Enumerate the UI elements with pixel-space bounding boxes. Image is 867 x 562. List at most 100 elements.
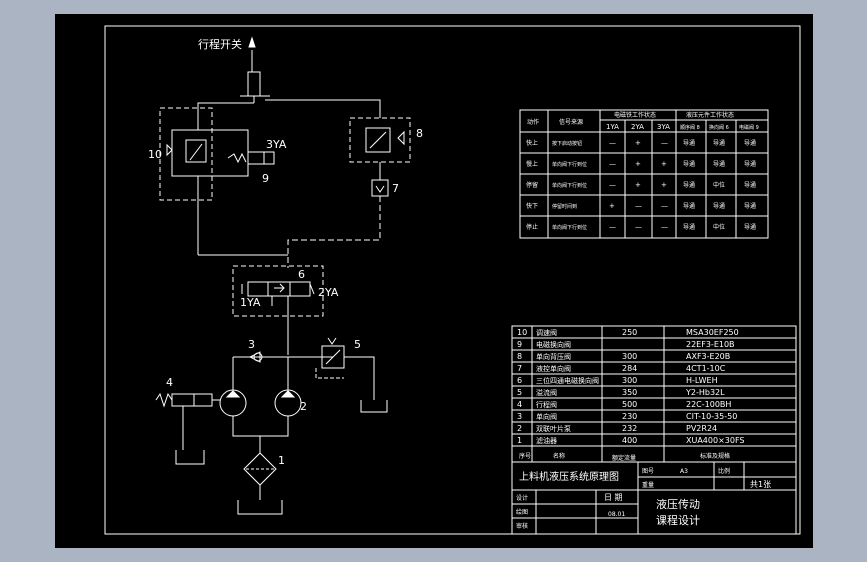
action-row-3ya: — <box>661 139 668 147</box>
action-row-v1: 导通 <box>683 181 695 189</box>
total-sheets: 共1张 <box>750 480 771 489</box>
label-6: 6 <box>298 268 305 281</box>
action-row-2ya: — <box>635 202 642 210</box>
parts-h-qty: 额定流量 <box>612 454 636 462</box>
parts-row-qty: 250 <box>622 328 637 337</box>
label-scale: 比例 <box>718 467 730 475</box>
action-row-signal: 停留时间到 <box>552 203 577 210</box>
parts-row-model: 4CT1-10C <box>686 364 726 373</box>
action-row-v1: 导通 <box>683 223 695 231</box>
label-2ya: 2YA <box>318 286 339 299</box>
action-row-signal: 单向阀下行到位 <box>552 182 587 189</box>
parts-h-name: 名称 <box>553 452 565 460</box>
action-row-1ya: + <box>609 202 615 210</box>
date-value: 08.01 <box>608 511 625 518</box>
parts-row-model: Y2-Hb32L <box>685 388 725 397</box>
action-row-action: 快上 <box>526 139 538 147</box>
action-row-1ya: — <box>609 181 616 189</box>
parts-row-name: 电磁换向阀 <box>536 340 571 349</box>
action-row-signal: 按下启动按钮 <box>552 140 582 147</box>
parts-row-no: 6 <box>517 376 522 385</box>
parts-row-no: 10 <box>517 328 527 337</box>
action-row-action: 停留 <box>526 181 538 189</box>
action-table-h-solenoid: 电磁铁工作状态 <box>614 111 656 119</box>
parts-row-no: 7 <box>517 364 522 373</box>
action-table-sub-2ya: 2YA <box>631 123 644 131</box>
parts-row-qty: 350 <box>622 388 637 397</box>
parts-row-qty: 500 <box>622 400 637 409</box>
sheet-value: A3 <box>680 468 688 475</box>
label-3: 3 <box>248 338 255 351</box>
label-date: 日 期 <box>604 493 623 502</box>
action-table-sub-1ya: 1YA <box>606 123 619 131</box>
action-row-v2: 导通 <box>713 160 725 168</box>
label-check: 审核 <box>516 522 528 530</box>
action-table-sub-3ya: 3YA <box>657 123 670 131</box>
action-row-v2: 导通 <box>713 139 725 147</box>
action-row-2ya: + <box>635 139 641 147</box>
action-row-v1: 导通 <box>683 202 695 210</box>
parts-row-no: 3 <box>517 412 522 421</box>
label-1: 1 <box>278 454 285 467</box>
action-row-signal: 单向阀下行到位 <box>552 224 587 231</box>
parts-row-model: MSA30EF250 <box>686 328 739 337</box>
label-1ya: 1YA <box>240 296 261 309</box>
parts-row-model: AXF3-E20B <box>686 352 730 361</box>
label-drawn: 绘图 <box>516 508 528 516</box>
parts-h-model: 标准及规格 <box>700 452 730 460</box>
label-sheet: 图号 <box>642 468 654 475</box>
action-row-action: 慢上 <box>526 160 538 168</box>
parts-row-model: CIT-10-35-50 <box>686 412 737 421</box>
action-row-v3: 导通 <box>744 139 756 147</box>
parts-row-model: XUA400×30FS <box>686 436 745 445</box>
action-row-3ya: — <box>661 202 668 210</box>
action-row-v2: 导通 <box>713 202 725 210</box>
parts-row-name: 单向阀 <box>536 412 557 421</box>
parts-row-name: 滤油器 <box>536 436 557 445</box>
label-5: 5 <box>354 338 361 351</box>
label-10: 10 <box>148 148 162 161</box>
parts-h-no: 序号 <box>519 452 531 460</box>
parts-row-qty: 230 <box>622 412 637 421</box>
parts-row-model: 22EF3-E10B <box>686 340 735 349</box>
parts-row-name: 溢流阀 <box>536 388 557 397</box>
action-row-3ya: + <box>661 160 667 168</box>
parts-row-qty: 300 <box>622 352 637 361</box>
action-row-v3: 导通 <box>744 181 756 189</box>
parts-row-name: 液控单向阀 <box>536 364 571 373</box>
action-table-sub-v1: 顺序阀 8 <box>680 124 700 131</box>
action-row-action: 快下 <box>526 202 538 210</box>
hydraulic-schematic-drawing: 行程开关 10 3YA 9 8 7 6 1YA 2YA 3 5 4 2 1 动作… <box>0 0 867 562</box>
action-row-1ya: — <box>609 139 616 147</box>
action-row-v3: 导通 <box>744 160 756 168</box>
action-row-v1: 导通 <box>683 139 695 147</box>
label-8: 8 <box>416 127 423 140</box>
action-row-action: 停止 <box>526 223 538 231</box>
action-row-v3: 导通 <box>744 223 756 231</box>
action-row-v1: 导通 <box>683 160 695 168</box>
course-line-2: 课程设计 <box>656 514 700 527</box>
action-table-h-signal: 信号来源 <box>559 118 583 126</box>
action-row-2ya: + <box>635 160 641 168</box>
parts-row-name: 行程阀 <box>536 400 557 409</box>
parts-row-qty: 400 <box>622 436 637 445</box>
parts-row-no: 1 <box>517 436 522 445</box>
action-row-2ya: + <box>635 181 641 189</box>
label-4: 4 <box>166 376 173 389</box>
label-3ya: 3YA <box>266 138 287 151</box>
action-row-3ya: — <box>661 223 668 231</box>
parts-row-no: 9 <box>517 340 522 349</box>
drawing-title: 上料机液压系统原理图 <box>519 470 619 483</box>
action-row-signal: 单向阀下行到位 <box>552 161 587 168</box>
action-table-h-action: 动作 <box>527 118 539 126</box>
label-2: 2 <box>300 400 307 413</box>
action-row-v3: 导通 <box>744 202 756 210</box>
action-table-sub-v2: 换向阀 6 <box>709 124 729 131</box>
label-design: 设计 <box>516 494 528 502</box>
parts-row-no: 5 <box>517 388 522 397</box>
action-row-v2: 中位 <box>713 223 725 231</box>
parts-row-no: 2 <box>517 424 522 433</box>
parts-row-name: 三位四通电磁换向阀 <box>536 376 599 385</box>
label-7: 7 <box>392 182 399 195</box>
travel-switch-label: 行程开关 <box>198 37 242 51</box>
